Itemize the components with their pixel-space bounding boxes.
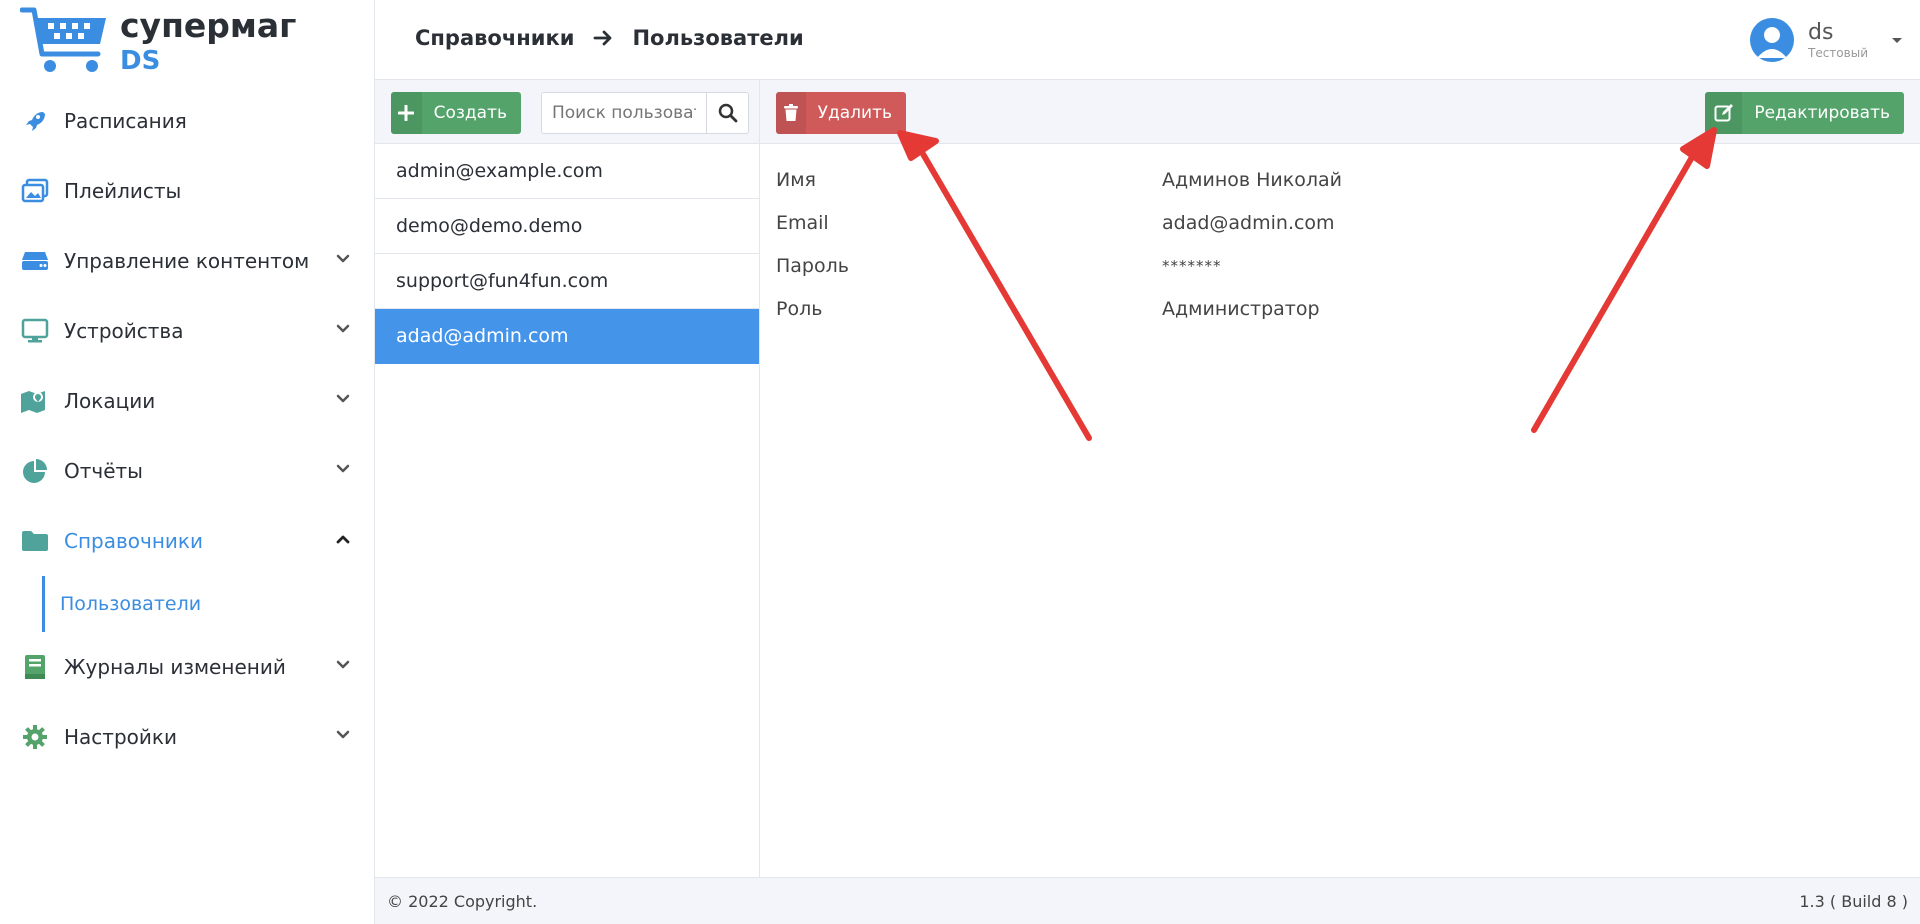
- sidebar-item-devices[interactable]: Устройства: [0, 296, 374, 366]
- search-icon: [718, 103, 737, 123]
- server-icon: [20, 246, 50, 276]
- field-role: Роль Администратор: [776, 287, 1342, 330]
- field-value: Админов Николай: [1162, 168, 1342, 191]
- user-role: Тестовый: [1808, 46, 1868, 60]
- user-fields: Имя Админов Николай Email adad@admin.com…: [776, 158, 1342, 330]
- logo-sub: DS: [120, 46, 161, 76]
- field-password: Пароль *******: [776, 244, 1342, 287]
- user-detail-pane: Удалить Редактировать Имя Админов Никола…: [760, 80, 1920, 877]
- detail-toolbar: Удалить Редактировать: [760, 80, 1920, 144]
- list-item[interactable]: demo@demo.demo: [375, 199, 759, 254]
- field-value: *******: [1162, 256, 1222, 275]
- sidebar-item-content-management[interactable]: Управление контентом: [0, 226, 374, 296]
- chevron-down-icon: [336, 660, 350, 669]
- sidebar-subitem-users[interactable]: Пользователи: [42, 576, 374, 632]
- search-button[interactable]: [706, 93, 748, 133]
- field-label: Пароль: [776, 254, 849, 277]
- copyright: © 2022 Copyright.: [387, 891, 538, 911]
- field-value: adad@admin.com: [1162, 211, 1335, 234]
- chevron-down-icon: [336, 730, 350, 739]
- sidebar-item-change-logs[interactable]: Журналы изменений: [0, 632, 374, 702]
- gear-icon: [20, 722, 50, 752]
- breadcrumb-item-users: Пользователи: [632, 26, 804, 50]
- chevron-down-icon: [336, 324, 350, 333]
- breadcrumb-item-directories[interactable]: Справочники: [415, 26, 574, 50]
- app-logo[interactable]: супермаг DS: [20, 6, 296, 82]
- book-icon: [20, 652, 50, 682]
- sidebar-item-label: Справочники: [64, 529, 203, 553]
- caret-down-icon[interactable]: [1890, 33, 1904, 47]
- images-icon: [20, 176, 50, 206]
- arrow-right-icon: [594, 30, 612, 46]
- field-label: Роль: [776, 297, 823, 320]
- folder-icon: [20, 526, 50, 556]
- avatar: [1750, 18, 1794, 62]
- edit-icon: [1705, 92, 1743, 134]
- sidebar-item-label: Устройства: [64, 319, 184, 343]
- edit-button-label: Редактировать: [1754, 103, 1890, 123]
- main-content: Создать admin@example.com demo@demo.demo…: [375, 80, 1920, 877]
- cart-logo-icon: [20, 7, 106, 72]
- sidebar-item-label: Отчёты: [64, 459, 143, 483]
- sidebar-item-label: Журналы изменений: [64, 655, 286, 679]
- user-menu[interactable]: ds Тестовый: [1750, 12, 1904, 68]
- breadcrumb: Справочники Пользователи: [415, 20, 804, 56]
- delete-button-label: Удалить: [817, 103, 892, 123]
- sidebar-item-label: Расписания: [64, 109, 187, 133]
- user-search: [541, 92, 749, 134]
- users-list-pane: Создать admin@example.com demo@demo.demo…: [375, 80, 760, 877]
- trash-icon: [776, 92, 806, 134]
- field-label: Имя: [776, 168, 816, 191]
- field-email: Email adad@admin.com: [776, 201, 1342, 244]
- user-name: ds: [1808, 20, 1834, 45]
- monitor-icon: [20, 316, 50, 346]
- sidebar-subitem-label: Пользователи: [60, 593, 202, 615]
- create-button-label: Создать: [433, 103, 507, 123]
- sidebar-item-label: Управление контентом: [64, 249, 310, 273]
- sidebar-item-settings[interactable]: Настройки: [0, 702, 374, 772]
- sidebar-item-reports[interactable]: Отчёты: [0, 436, 374, 506]
- version: 1.3 ( Build 8 ): [1799, 891, 1908, 911]
- sidebar-item-label: Настройки: [64, 725, 177, 749]
- users-list: admin@example.com demo@demo.demo support…: [375, 144, 759, 364]
- list-item[interactable]: admin@example.com: [375, 144, 759, 199]
- create-button[interactable]: Создать: [391, 92, 521, 134]
- sidebar-nav: Расписания Плейлисты Управление контенто…: [0, 86, 374, 772]
- sidebar-item-label: Локации: [64, 389, 156, 413]
- sidebar-item-directories[interactable]: Справочники: [0, 506, 374, 576]
- chevron-up-icon: [336, 535, 350, 544]
- plus-icon: [391, 92, 422, 134]
- field-name: Имя Админов Николай: [776, 158, 1342, 201]
- sidebar-item-schedules[interactable]: Расписания: [0, 86, 374, 156]
- list-item-selected[interactable]: adad@admin.com: [375, 309, 759, 364]
- logo-word: супермаг: [120, 6, 297, 45]
- field-label: Email: [776, 211, 829, 234]
- sidebar: супермаг DS Расписания Плейлисты Управле…: [0, 0, 375, 924]
- map-icon: [20, 386, 50, 416]
- edit-button[interactable]: Редактировать: [1705, 92, 1904, 134]
- list-item[interactable]: support@fun4fun.com: [375, 254, 759, 309]
- pie-chart-icon: [20, 456, 50, 486]
- delete-button[interactable]: Удалить: [776, 92, 906, 134]
- top-header: Справочники Пользователи ds Тестовый: [375, 0, 1920, 80]
- rocket-icon: [20, 106, 50, 136]
- sidebar-item-locations[interactable]: Локации: [0, 366, 374, 436]
- chevron-down-icon: [336, 254, 350, 263]
- search-input[interactable]: [542, 93, 706, 133]
- footer: © 2022 Copyright. 1.3 ( Build 8 ): [375, 877, 1920, 924]
- sidebar-item-playlists[interactable]: Плейлисты: [0, 156, 374, 226]
- chevron-down-icon: [336, 464, 350, 473]
- list-toolbar: Создать: [375, 80, 759, 144]
- sidebar-item-label: Плейлисты: [64, 179, 182, 203]
- chevron-down-icon: [336, 394, 350, 403]
- field-value: Администратор: [1162, 297, 1320, 320]
